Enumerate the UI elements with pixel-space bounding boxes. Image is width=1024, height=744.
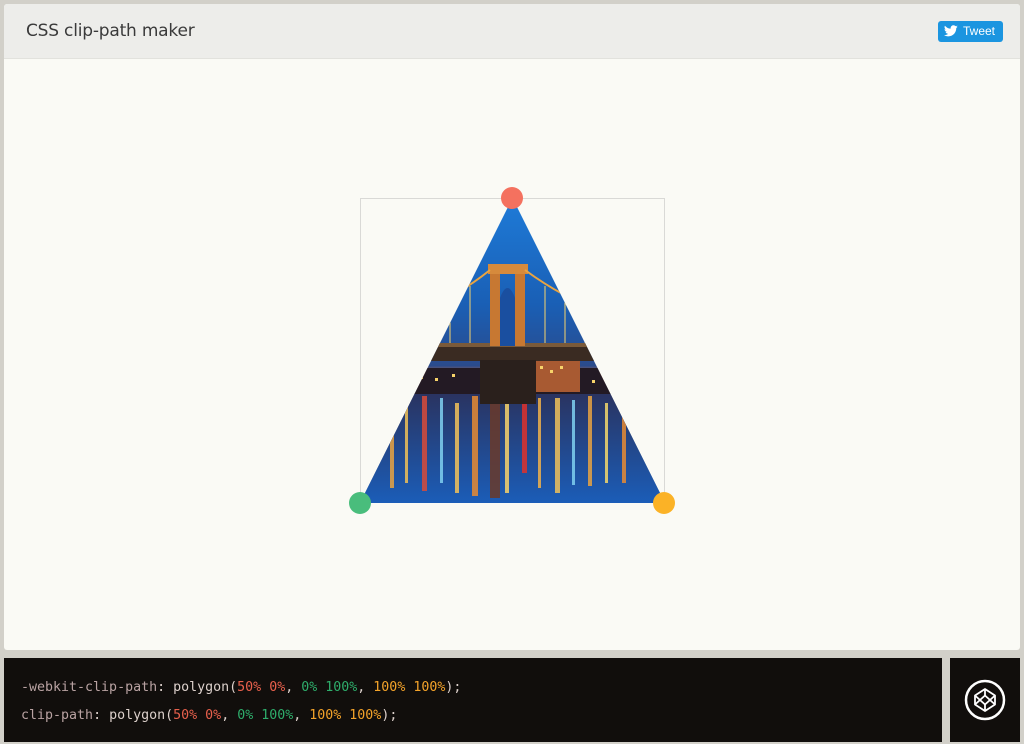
tweet-button[interactable]: Tweet xyxy=(937,20,1003,42)
code-output[interactable]: -webkit-clip-path: polygon(50% 0%, 0% 10… xyxy=(4,658,942,742)
app-window: CSS clip-path maker Tweet xyxy=(4,4,1020,650)
prop: clip-path xyxy=(21,708,94,723)
tweet-label: Tweet xyxy=(962,24,995,38)
header: CSS clip-path maker Tweet xyxy=(4,4,1020,59)
point-3-value: 100% 100% xyxy=(373,680,446,695)
point-1-handle[interactable] xyxy=(501,187,523,209)
twitter-bird-icon xyxy=(943,25,958,37)
page-title: CSS clip-path maker xyxy=(26,21,195,41)
fn-name: polygon xyxy=(173,680,230,695)
webkit-prop: -webkit-clip-path xyxy=(21,680,158,695)
point-3-handle[interactable] xyxy=(653,492,675,514)
point-2-handle[interactable] xyxy=(349,492,371,514)
point-1-value: 50% 0% xyxy=(173,708,222,723)
point-2-value: 0% 100% xyxy=(301,680,358,695)
codepen-button[interactable] xyxy=(950,658,1020,742)
point-2-value: 0% 100% xyxy=(237,708,294,723)
point-3-value: 100% 100% xyxy=(309,708,382,723)
codepen-icon xyxy=(964,679,1006,721)
fn-name: polygon xyxy=(109,708,166,723)
webkit-clip-path-line: -webkit-clip-path: polygon(50% 0%, 0% 10… xyxy=(21,680,462,695)
editor-stage xyxy=(4,60,1020,650)
clip-path-line: clip-path: polygon(50% 0%, 0% 100%, 100%… xyxy=(21,708,398,723)
point-1-value: 50% 0% xyxy=(237,680,286,695)
